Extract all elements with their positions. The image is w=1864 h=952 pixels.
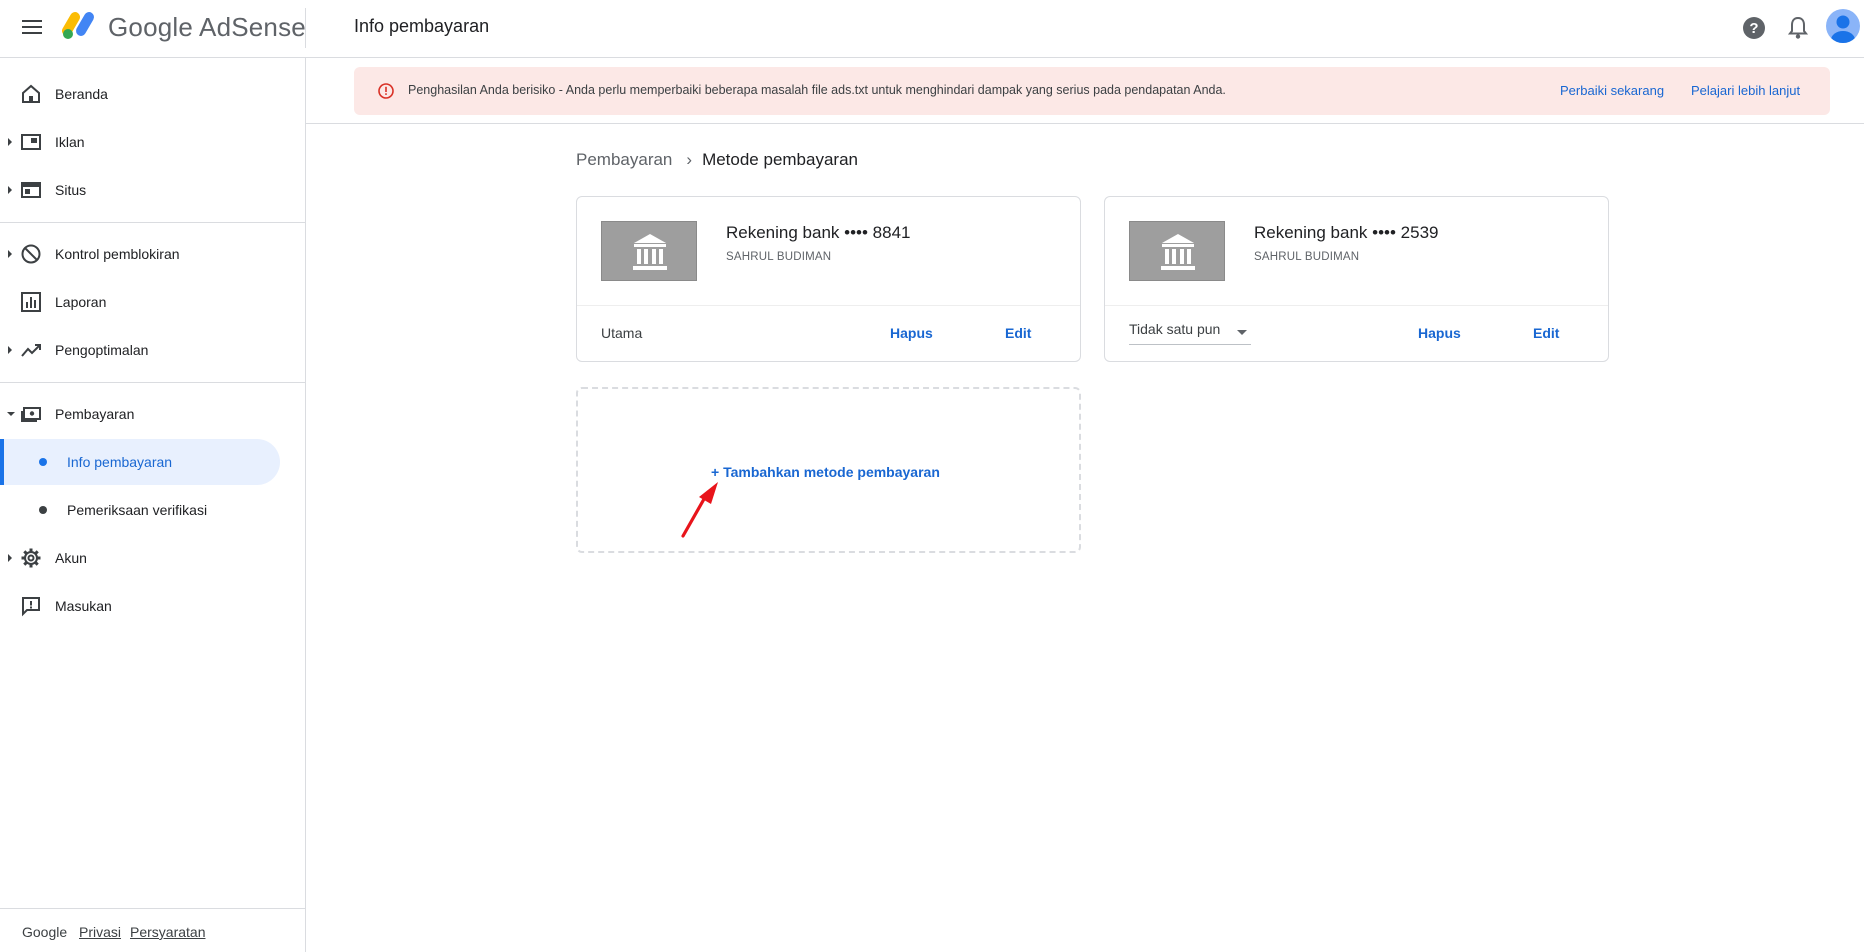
breadcrumb: Pembayaran › Metode pembayaran <box>576 150 858 170</box>
sidebar-footer: Google Privasi Persyaratan <box>0 908 306 952</box>
sidebar-item-beranda[interactable]: Beranda <box>0 74 306 114</box>
account-holder-name: SAHRUL BUDIMAN <box>726 251 832 263</box>
bank-image <box>1129 221 1225 281</box>
feedback-icon <box>22 597 40 617</box>
add-payment-method-card[interactable]: + Tambahkan metode pembayaran <box>576 387 1081 553</box>
bank-account-title: Rekening bank •••• 2539 <box>1254 223 1439 242</box>
sidebar-divider <box>0 382 306 383</box>
bank-building-icon <box>633 234 667 270</box>
help-icon[interactable]: ? <box>1740 14 1768 42</box>
footer-terms-link[interactable]: Persyaratan <box>130 924 205 940</box>
expand-caret-icon <box>8 554 12 562</box>
gear-icon <box>21 548 41 568</box>
delete-button[interactable]: Hapus <box>1418 325 1461 341</box>
payment-method-card: Rekening bank •••• 8841 SAHRUL BUDIMAN U… <box>576 196 1081 362</box>
bank-account-title: Rekening bank •••• 8841 <box>726 223 911 242</box>
error-icon <box>378 83 394 99</box>
primary-select-dropdown[interactable]: Tidak satu pun <box>1129 321 1251 345</box>
bullet-dot-icon <box>39 506 47 514</box>
sidebar-item-kontrol-pemblokiran[interactable]: Kontrol pemblokiran <box>0 234 306 274</box>
card-divider <box>1105 305 1608 306</box>
primary-status-label: Utama <box>601 325 643 341</box>
card-divider <box>577 305 1080 306</box>
sidebar-subitem-info-pembayaran[interactable]: Info pembayaran <box>0 439 280 485</box>
footer-privacy-link[interactable]: Privasi <box>79 924 121 940</box>
block-icon <box>21 244 41 264</box>
notifications-bell-icon[interactable] <box>1784 14 1812 42</box>
select-value: Tidak satu pun <box>1129 321 1221 337</box>
bullet-dot-icon <box>39 458 47 466</box>
brand-name: Google AdSense <box>108 12 306 42</box>
edit-button[interactable]: Edit <box>1533 325 1559 341</box>
breadcrumb-pembayaran-link[interactable]: Pembayaran <box>576 150 672 169</box>
hamburger-menu-icon[interactable] <box>20 15 44 39</box>
account-avatar[interactable] <box>1826 9 1860 43</box>
topbar-divider <box>305 8 306 48</box>
bank-image <box>601 221 697 281</box>
sidebar-item-akun[interactable]: Akun <box>0 538 306 578</box>
expand-caret-icon <box>8 346 12 354</box>
account-holder-name: SAHRUL BUDIMAN <box>1254 251 1360 263</box>
sidebar-subitem-pemeriksaan-verifikasi[interactable]: Pemeriksaan verifikasi <box>0 487 280 533</box>
sites-icon <box>21 182 41 198</box>
trending-up-icon <box>21 344 41 357</box>
alert-message: Penghasilan Anda berisiko - Anda perlu m… <box>408 83 1226 97</box>
sidebar-nav: Beranda Iklan Situs Kontrol pemblokiran <box>0 58 306 952</box>
alert-region: Penghasilan Anda berisiko - Anda perlu m… <box>306 58 1864 124</box>
sidebar-item-pengoptimalan[interactable]: Pengoptimalan <box>0 330 306 370</box>
sidebar-item-laporan[interactable]: Laporan <box>0 282 306 322</box>
page-title: Info pembayaran <box>354 16 490 36</box>
ads-icon <box>21 134 41 150</box>
sidebar-item-masukan[interactable]: Masukan <box>0 586 306 626</box>
bank-building-icon <box>1161 234 1195 270</box>
adsense-logo-icon <box>62 12 94 39</box>
chevron-right-icon: › <box>686 150 693 169</box>
breadcrumb-current: Metode pembayaran <box>702 150 858 169</box>
delete-button[interactable]: Hapus <box>890 325 933 341</box>
annotation-arrow-icon <box>681 482 718 538</box>
footer-google-label: Google <box>22 924 68 940</box>
fix-now-link[interactable]: Perbaiki sekarang <box>1560 83 1664 98</box>
sidebar-item-iklan[interactable]: Iklan <box>0 122 306 162</box>
reports-icon <box>21 292 41 312</box>
home-icon <box>22 84 40 103</box>
user-avatar-icon <box>1831 15 1855 43</box>
collapse-caret-icon <box>7 412 15 416</box>
learn-more-link[interactable]: Pelajari lebih lanjut <box>1691 83 1800 98</box>
edit-button[interactable]: Edit <box>1005 325 1031 341</box>
expand-caret-icon <box>8 250 12 258</box>
ads-txt-alert-banner: Penghasilan Anda berisiko - Anda perlu m… <box>354 67 1830 115</box>
sidebar-item-situs[interactable]: Situs <box>0 170 306 210</box>
sidebar-item-pembayaran[interactable]: Pembayaran <box>0 394 306 434</box>
sidebar-divider <box>0 222 306 223</box>
payments-icon <box>21 407 41 422</box>
expand-caret-icon <box>8 138 12 146</box>
add-payment-method-link[interactable]: + Tambahkan metode pembayaran <box>711 464 940 480</box>
expand-caret-icon <box>8 186 12 194</box>
payment-method-card: Rekening bank •••• 2539 SAHRUL BUDIMAN T… <box>1104 196 1609 362</box>
svg-text:?: ? <box>1749 20 1758 37</box>
top-app-bar: Google AdSense Info pembayaran ? <box>0 0 1864 58</box>
dropdown-arrow-icon <box>1237 330 1247 335</box>
